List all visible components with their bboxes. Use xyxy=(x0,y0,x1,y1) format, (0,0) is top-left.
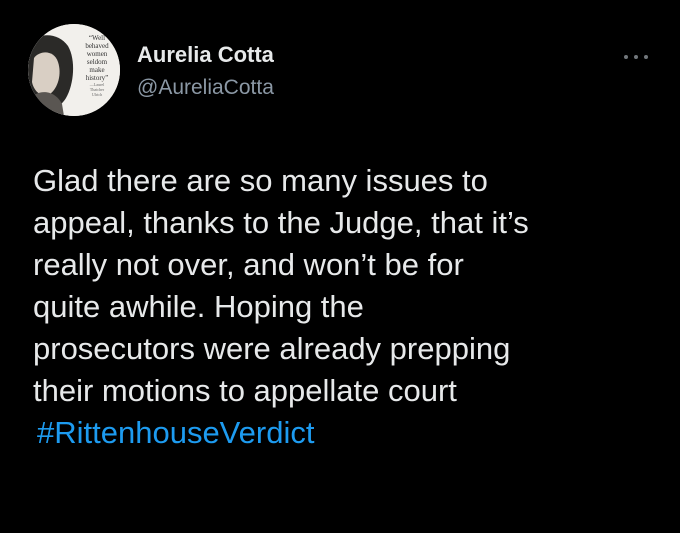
avatar-quote-line: “Well xyxy=(88,34,106,42)
tweet-text-line: prosecutors were already prepping xyxy=(33,331,511,366)
more-dot xyxy=(624,55,628,59)
tweet: “Well behaved women seldom make history”… xyxy=(0,0,680,533)
more-horizontal-icon[interactable] xyxy=(622,50,650,64)
avatar-quote-line: history” xyxy=(85,74,109,82)
tweet-text-line: Glad there are so many issues to xyxy=(33,163,488,198)
avatar-quote-line: women xyxy=(86,50,108,58)
avatar-attribution-line: Ulrich xyxy=(91,92,103,97)
hashtag-link[interactable]: #RittenhouseVerdict xyxy=(37,412,663,454)
author-handle[interactable]: @AureliaCotta xyxy=(137,76,274,100)
author-display-name[interactable]: Aurelia Cotta xyxy=(137,42,274,68)
avatar-quote: “Well behaved women seldom make history”… xyxy=(80,34,114,97)
avatar[interactable]: “Well behaved women seldom make history”… xyxy=(28,24,120,116)
tweet-text: Glad there are so many issues to appeal,… xyxy=(33,160,663,454)
avatar-quote-line: behaved xyxy=(85,42,109,50)
tweet-text-line: really not over, and won’t be for xyxy=(33,247,464,282)
more-dot xyxy=(634,55,638,59)
more-dot xyxy=(644,55,648,59)
tweet-text-line: their motions to appellate court xyxy=(33,373,457,408)
tweet-text-line: quite awhile. Hoping the xyxy=(33,289,364,324)
avatar-quote-line: seldom xyxy=(86,58,108,66)
tweet-text-line: appeal, thanks to the Judge, that it’s xyxy=(33,205,529,240)
avatar-quote-line: make xyxy=(89,66,105,74)
